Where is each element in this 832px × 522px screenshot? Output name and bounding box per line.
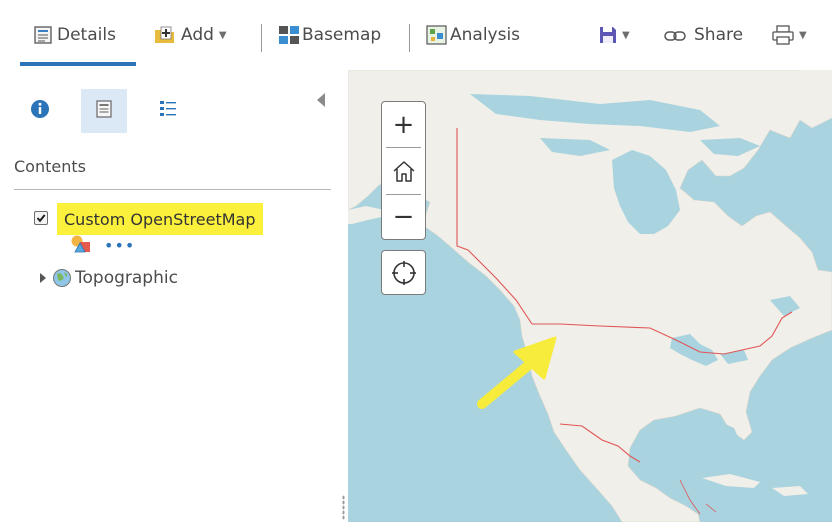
active-tab-indicator [20,62,136,66]
analysis-button[interactable]: Analysis [426,22,520,48]
basemap-layer-row[interactable]: Topographic [40,267,178,289]
contents-panel: Contents Custom OpenStreetMap ••• Topogr… [0,70,345,522]
layer-tools: ••• [70,235,135,257]
locate-icon [391,260,416,285]
layer-visibility-checkbox[interactable] [34,211,48,225]
layer-name[interactable]: Custom OpenStreetMap [57,203,263,235]
home-button[interactable] [382,148,425,193]
details-tab[interactable]: Details [33,22,116,48]
legend-icon [159,99,177,123]
chevron-down-icon: ▼ [218,29,227,41]
basemap-icon [278,24,300,46]
zoom-controls: + − [381,101,426,240]
content-button[interactable] [81,89,127,133]
locate-button[interactable] [381,250,426,295]
zoom-in-button[interactable]: + [382,104,425,146]
content-list-icon [94,99,114,123]
save-icon [599,26,617,44]
link-icon [664,28,686,42]
chevron-down-icon: ▼ [622,29,630,41]
print-button[interactable]: ▼ [772,22,807,48]
details-icon [33,25,53,45]
basemap-button[interactable]: Basemap [278,22,381,48]
add-icon [153,25,177,45]
expand-icon[interactable] [40,273,46,283]
collapse-panel-icon[interactable] [317,93,325,107]
chevron-down-icon: ▼ [799,29,807,41]
panel-resize-handle[interactable] [342,495,345,520]
analysis-label: Analysis [450,25,521,45]
app-window: Details Add ▼ Basemap Analysis ▼ Share ▼… [0,0,832,522]
toolbar-divider [261,24,262,52]
legend-button[interactable] [145,89,191,133]
info-icon [30,99,50,123]
save-button[interactable]: ▼ [599,22,630,48]
change-style-icon[interactable] [70,234,92,258]
details-label: Details [57,25,116,45]
about-button[interactable] [17,89,63,133]
globe-icon [52,268,72,288]
share-button[interactable]: Share [664,22,743,48]
home-icon [392,160,415,182]
checkmark-icon [36,214,46,223]
printer-icon [772,25,794,45]
layer-name: Topographic [75,268,178,288]
zoom-out-button[interactable]: − [382,195,425,238]
panel-title: Contents [14,157,86,176]
share-label: Share [694,25,744,45]
toolbar-divider [409,24,410,52]
add-button[interactable]: Add ▼ [153,22,227,48]
basemap-label: Basemap [302,25,382,45]
add-label: Add [181,25,214,45]
analysis-icon [426,24,448,46]
more-options-button[interactable]: ••• [104,238,135,254]
toolbar: Details Add ▼ Basemap Analysis ▼ Share ▼ [0,0,832,70]
divider [14,189,331,190]
